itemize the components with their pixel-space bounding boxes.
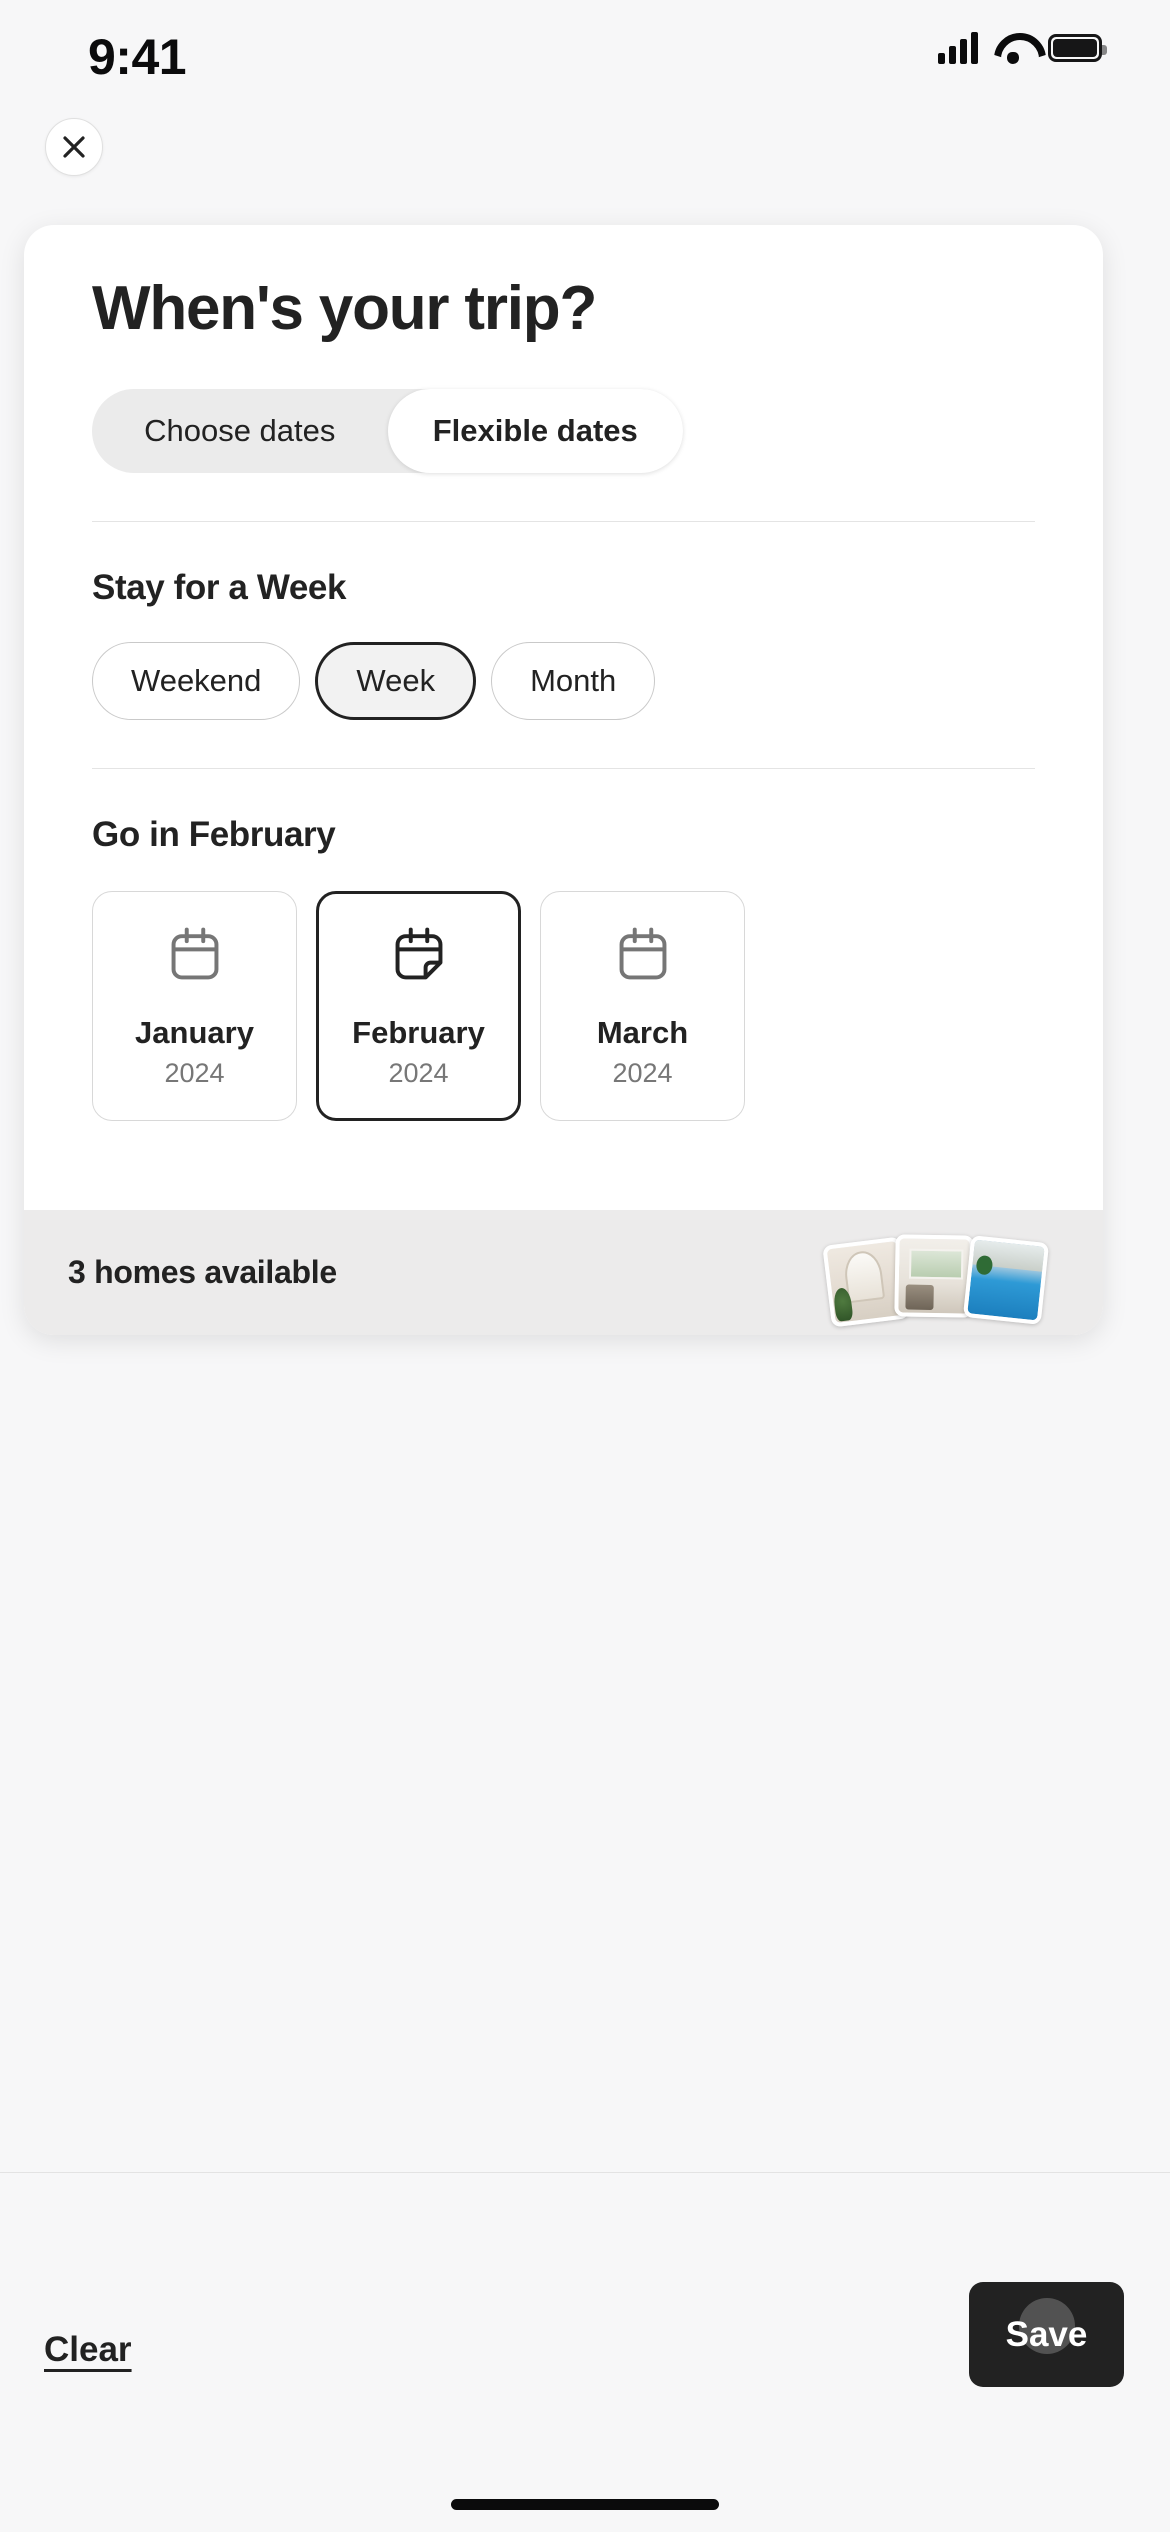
section-divider-1 <box>92 521 1035 523</box>
month-year: 2024 <box>612 1058 673 1089</box>
month-name: February <box>352 1015 485 1051</box>
duration-option-month[interactable]: Month <box>491 642 656 721</box>
date-mode-segmented-control[interactable]: Choose dates Flexible dates <box>92 389 683 474</box>
stay-duration-heading: Stay for a Week <box>92 568 347 608</box>
results-bar: 3 homes available <box>24 1210 1103 1335</box>
stay-duration-options: Weekend Week Month <box>92 642 1035 721</box>
month-card-february[interactable]: February 2024 <box>316 891 521 1122</box>
thumbnail-pool-villa <box>962 1235 1050 1325</box>
close-icon <box>63 136 85 158</box>
modal-content: When's your trip? Choose dates Flexible … <box>24 225 1103 1122</box>
month-name: March <box>596 1015 689 1051</box>
save-button-label: Save <box>1005 2314 1088 2354</box>
month-card-january[interactable]: January 2024 <box>92 891 297 1122</box>
calendar-icon <box>619 927 666 980</box>
battery-full-icon <box>1048 34 1107 62</box>
month-name: January <box>135 1015 254 1051</box>
tab-flexible-dates[interactable]: Flexible dates <box>387 389 683 474</box>
trip-dates-modal: When's your trip? Choose dates Flexible … <box>24 225 1103 1335</box>
phone-screen: 9:41 When's your trip? Choose dates Flex… <box>0 0 1170 2532</box>
duration-option-week[interactable]: Week <box>315 642 477 721</box>
thumbnail-living-room <box>894 1234 974 1318</box>
cellular-signal-icon <box>938 32 978 64</box>
bottom-bar-divider <box>0 2172 1170 2173</box>
results-thumbnails <box>822 1234 1057 1328</box>
month-section-heading: Go in February <box>92 815 336 855</box>
month-year: 2024 <box>388 1058 449 1089</box>
page-title: When's your trip? <box>92 274 597 343</box>
calendar-icon <box>171 927 218 980</box>
homes-available-text: 3 homes available <box>68 1254 337 1290</box>
duration-option-weekend[interactable]: Weekend <box>92 642 301 721</box>
close-button[interactable] <box>45 118 103 176</box>
home-indicator <box>451 2499 719 2510</box>
status-bar-indicators <box>938 32 1107 64</box>
save-button[interactable]: Save <box>969 2282 1124 2387</box>
status-bar: 9:41 <box>0 0 1170 112</box>
wifi-icon <box>994 33 1032 64</box>
clear-button[interactable]: Clear <box>44 2330 132 2370</box>
month-year: 2024 <box>164 1058 225 1089</box>
month-carousel[interactable]: January 2024 February 2024 March 2024 <box>92 891 1035 1122</box>
tab-choose-dates[interactable]: Choose dates <box>92 389 388 473</box>
calendar-folded-corner-icon <box>395 927 442 980</box>
status-bar-time: 9:41 <box>88 29 187 85</box>
month-card-march[interactable]: March 2024 <box>540 891 745 1122</box>
section-divider-2 <box>92 768 1035 770</box>
